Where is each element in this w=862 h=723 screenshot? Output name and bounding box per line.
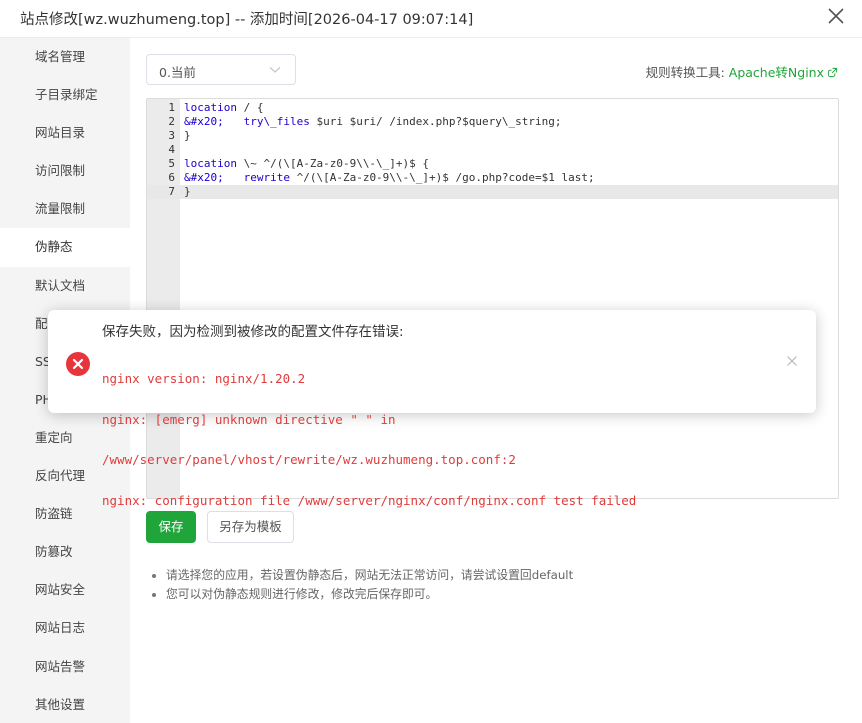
code-text: } [184, 185, 191, 198]
editor-line: 7} [147, 185, 838, 199]
apache-to-nginx-link[interactable]: Apache转Nginx [729, 65, 838, 80]
toast-line: nginx version: nginx/1.20.2 [102, 371, 306, 386]
rewrite-template-select[interactable]: 0.当前 [146, 54, 296, 85]
sidebar-item[interactable]: 访问限制 [0, 152, 130, 190]
code-text: location / { [184, 101, 264, 114]
line-number: 6 [168, 171, 175, 184]
sidebar-item[interactable]: 子目录绑定 [0, 76, 130, 114]
external-link-icon [827, 67, 838, 78]
tool-label: 规则转换工具: [645, 65, 725, 80]
tip-item: 您可以对伪静态规则进行修改，修改完后保存即可。 [150, 585, 573, 604]
sidebar-item[interactable]: 流量限制 [0, 190, 130, 228]
sidebar-item[interactable]: 默认文档 [0, 267, 130, 305]
sidebar-item[interactable]: 网站安全 [0, 571, 130, 609]
sidebar-item[interactable]: 伪静态 [0, 228, 130, 267]
code-text: &#x20; rewrite ^/(\[A-Za-z0-9\\-\_]+)$ /… [184, 171, 595, 184]
close-icon[interactable] [786, 355, 798, 367]
tips-list: 请选择您的应用，若设置伪静态后，网站无法正常访问，请尝试设置回default 您… [150, 566, 573, 604]
code-text: &#x20; try\_files $uri $uri/ /index.php?… [184, 115, 562, 128]
sidebar-item[interactable]: 域名管理 [0, 38, 130, 76]
tip-item: 请选择您的应用，若设置伪静态后，网站无法正常访问，请尝试设置回default [150, 566, 573, 585]
select-value: 0.当前 [159, 65, 196, 80]
editor-line: 5 location \~ ^/(\[A-Za-z0-9\\-\_]+)$ { [147, 157, 838, 171]
line-number: 1 [168, 101, 175, 114]
sidebar-item[interactable]: 网站目录 [0, 114, 130, 152]
close-icon[interactable] [824, 4, 848, 28]
sidebar-item[interactable]: 网站告警 [0, 648, 130, 686]
code-text: location \~ ^/(\[A-Za-z0-9\\-\_]+)$ { [184, 157, 430, 170]
code-text: } [184, 129, 191, 142]
toast-line: nginx: [emerg] unknown directive " " in [102, 411, 396, 427]
editor-line: 3} [147, 129, 838, 143]
error-toast: 保存失败，因为检测到被修改的配置文件存在错误: nginx version: n… [48, 310, 816, 507]
tool-link-label: Apache转Nginx [728, 65, 824, 80]
rule-convert-tool: 规则转换工具: Apache转Nginx [646, 62, 838, 81]
error-circle-icon [66, 352, 90, 376]
toast-line: nginx: configuration file /www/server/ng… [102, 492, 637, 508]
sidebar-item[interactable]: 网站日志 [0, 609, 130, 647]
toast-title: 保存失败，因为检测到被修改的配置文件存在错误: [102, 324, 404, 340]
editor-line: 6 &#x20; rewrite ^/(\[A-Za-z0-9\\-\_]+)$ … [147, 171, 838, 185]
toast-message: nginx version: nginx/1.20.2 nginx: [emer… [102, 345, 636, 534]
editor-line: 4 [147, 143, 838, 157]
chevron-down-icon [269, 67, 281, 73]
line-number: 5 [168, 157, 175, 170]
toast-line: /www/server/panel/vhost/rewrite/wz.wuzhu… [102, 452, 516, 467]
sidebar-item[interactable]: 其他设置 [0, 686, 130, 723]
line-number: 3 [168, 129, 175, 142]
line-number: 4 [168, 143, 175, 156]
window-title: 站点修改[wz.wuzhumeng.top] -- 添加时间[2026-04-1… [20, 12, 474, 28]
editor-lines: 1 location / { 2 &#x20; try\_files $uri $ur… [147, 99, 838, 199]
editor-line: 1 location / { [147, 101, 838, 115]
window-titlebar: 站点修改[wz.wuzhumeng.top] -- 添加时间[2026-04-1… [0, 0, 862, 38]
line-number: 2 [168, 115, 175, 128]
sidebar-item[interactable]: 防篡改 [0, 533, 130, 571]
line-number: 7 [168, 185, 175, 198]
editor-line: 2 &#x20; try\_files $uri $uri/ /index.php… [147, 115, 838, 129]
